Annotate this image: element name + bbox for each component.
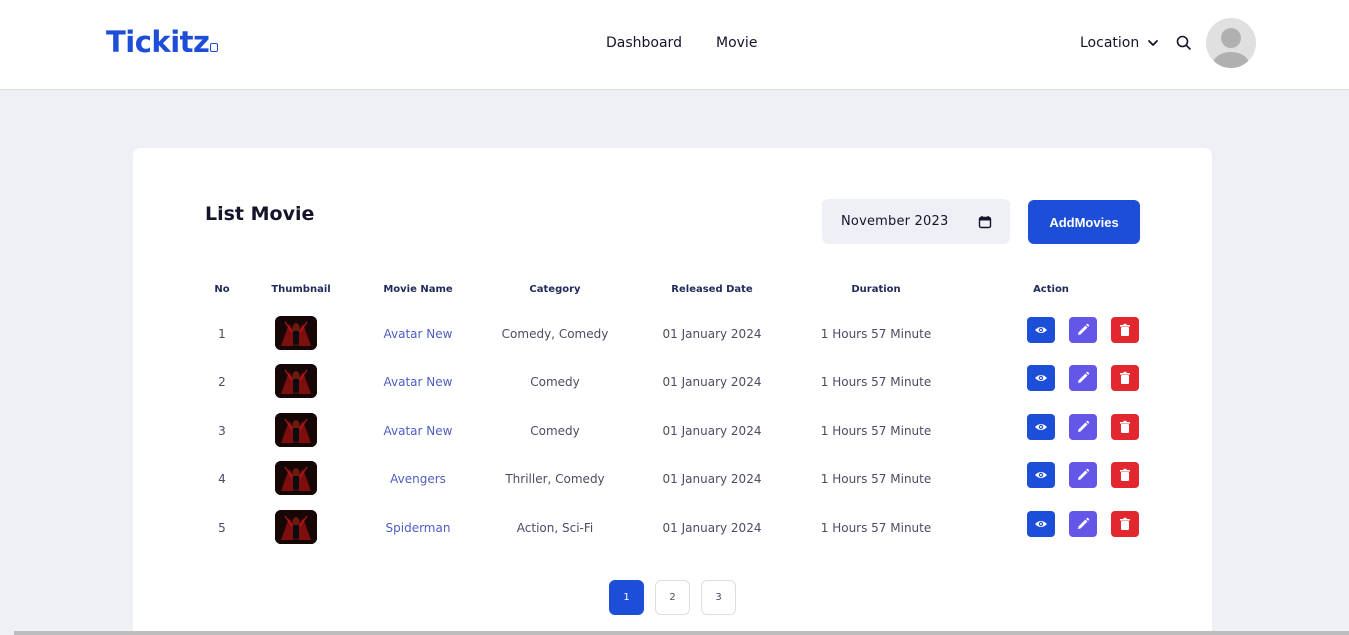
cell-duration: 1 Hours 57 Minute (820, 375, 932, 389)
edit-button[interactable] (1069, 365, 1097, 391)
edit-button[interactable] (1069, 317, 1097, 343)
nav-movie[interactable]: Movie (716, 33, 757, 53)
location-dropdown[interactable]: Location (1080, 33, 1159, 53)
trash-icon (1118, 468, 1132, 482)
eye-icon (1034, 420, 1048, 434)
cell-duration: 1 Hours 57 Minute (820, 521, 932, 535)
edit-button[interactable] (1069, 511, 1097, 537)
cell-category: Comedy (530, 375, 580, 389)
page-button-3[interactable]: 3 (701, 580, 736, 615)
view-button[interactable] (1027, 365, 1055, 391)
calendar-icon (978, 215, 992, 228)
cell-category: Comedy (530, 424, 580, 438)
cell-movie-name[interactable]: Avatar New (368, 316, 468, 352)
view-button[interactable] (1027, 511, 1055, 537)
delete-button[interactable] (1111, 414, 1139, 440)
table-row: 2 Avatar New Comedy 01 January 2024 1 Hours … (133, 364, 1212, 400)
table-row: 5 Spiderman Action, Sci-Fi 01 January 2024 1… (133, 510, 1212, 546)
cell-duration: 1 Hours 57 Minute (820, 327, 932, 341)
cell-released-date: 01 January 2024 (662, 375, 762, 389)
movie-thumbnail (275, 413, 317, 447)
column-header-category: Category (529, 284, 581, 295)
cell-released-date: 01 January 2024 (662, 472, 762, 486)
chevron-down-icon (1148, 40, 1159, 46)
eye-icon (1034, 323, 1048, 337)
trash-icon (1118, 420, 1132, 434)
page-button-2[interactable]: 2 (655, 580, 690, 615)
cell-category: Action, Sci-Fi (516, 521, 594, 535)
user-placeholder-icon (1213, 28, 1249, 68)
edit-button[interactable] (1069, 462, 1097, 488)
table-row: 3 Avatar New Comedy 01 January 2024 1 Hours … (133, 413, 1212, 449)
column-header-released-date: Released Date (671, 284, 753, 295)
search-icon[interactable] (1175, 34, 1193, 52)
delete-button[interactable] (1111, 365, 1139, 391)
cell-released-date: 01 January 2024 (662, 327, 762, 341)
delete-button[interactable] (1111, 462, 1139, 488)
cell-movie-name[interactable]: Spiderman (368, 510, 468, 546)
column-header-thumbnail: Thumbnail (271, 284, 331, 295)
eye-icon (1034, 371, 1048, 385)
eye-icon (1034, 517, 1048, 531)
trash-icon (1118, 323, 1132, 337)
column-header-no: No (214, 284, 230, 295)
trash-icon (1118, 517, 1132, 531)
cell-duration: 1 Hours 57 Minute (820, 472, 932, 486)
cell-movie-name[interactable]: Avatar New (368, 413, 468, 449)
page-button-1[interactable]: 1 (609, 580, 644, 615)
pencil-icon (1076, 323, 1090, 337)
column-header-duration: Duration (851, 284, 901, 295)
pencil-icon (1076, 371, 1090, 385)
cell-duration: 1 Hours 57 Minute (820, 424, 932, 438)
column-header-movie-name: Movie Name (383, 284, 453, 295)
month-picker-value: November 2023 (841, 214, 949, 229)
delete-button[interactable] (1111, 511, 1139, 537)
cell-movie-name[interactable]: Avatar New (368, 364, 468, 400)
movie-thumbnail (275, 364, 317, 398)
table-row: 4 Avengers Thriller, Comedy 01 January 2024… (133, 461, 1212, 497)
column-header-action: Action (1033, 284, 1069, 295)
top-navbar: Tickitz Dashboard Movie Location (0, 0, 1349, 90)
cell-no: 3 (218, 424, 226, 438)
page-title: List Movie (205, 203, 315, 225)
movie-thumbnail (275, 461, 317, 495)
eye-icon (1034, 468, 1048, 482)
cell-category: Comedy, Comedy (501, 327, 609, 341)
movie-thumbnail (275, 510, 317, 544)
location-label: Location (1080, 35, 1140, 51)
movie-thumbnail (275, 316, 317, 350)
avatar[interactable] (1206, 18, 1256, 68)
cell-category: Thriller, Comedy (505, 472, 605, 486)
cell-movie-name[interactable]: Avengers (368, 461, 468, 497)
pencil-icon (1076, 468, 1090, 482)
cell-released-date: 01 January 2024 (662, 521, 762, 535)
cell-no: 1 (218, 327, 226, 341)
view-button[interactable] (1027, 414, 1055, 440)
pencil-icon (1076, 420, 1090, 434)
horizontal-scrollbar[interactable] (14, 631, 1349, 635)
trash-icon (1118, 371, 1132, 385)
nav-dashboard[interactable]: Dashboard (606, 33, 682, 53)
month-picker[interactable]: November 2023 (822, 199, 1010, 244)
cell-no: 4 (218, 472, 226, 486)
view-button[interactable] (1027, 317, 1055, 343)
delete-button[interactable] (1111, 317, 1139, 343)
cell-no: 2 (218, 375, 226, 389)
cell-released-date: 01 January 2024 (662, 424, 762, 438)
movie-list-card: List Movie November 2023 AddMovies No Th… (133, 148, 1212, 635)
view-button[interactable] (1027, 462, 1055, 488)
pencil-icon (1076, 517, 1090, 531)
add-movies-button[interactable]: AddMovies (1028, 200, 1140, 244)
table-row: 1 Avatar New Comedy, Comedy 01 January 2024… (133, 316, 1212, 352)
cell-no: 5 (218, 521, 226, 535)
edit-button[interactable] (1069, 414, 1097, 440)
